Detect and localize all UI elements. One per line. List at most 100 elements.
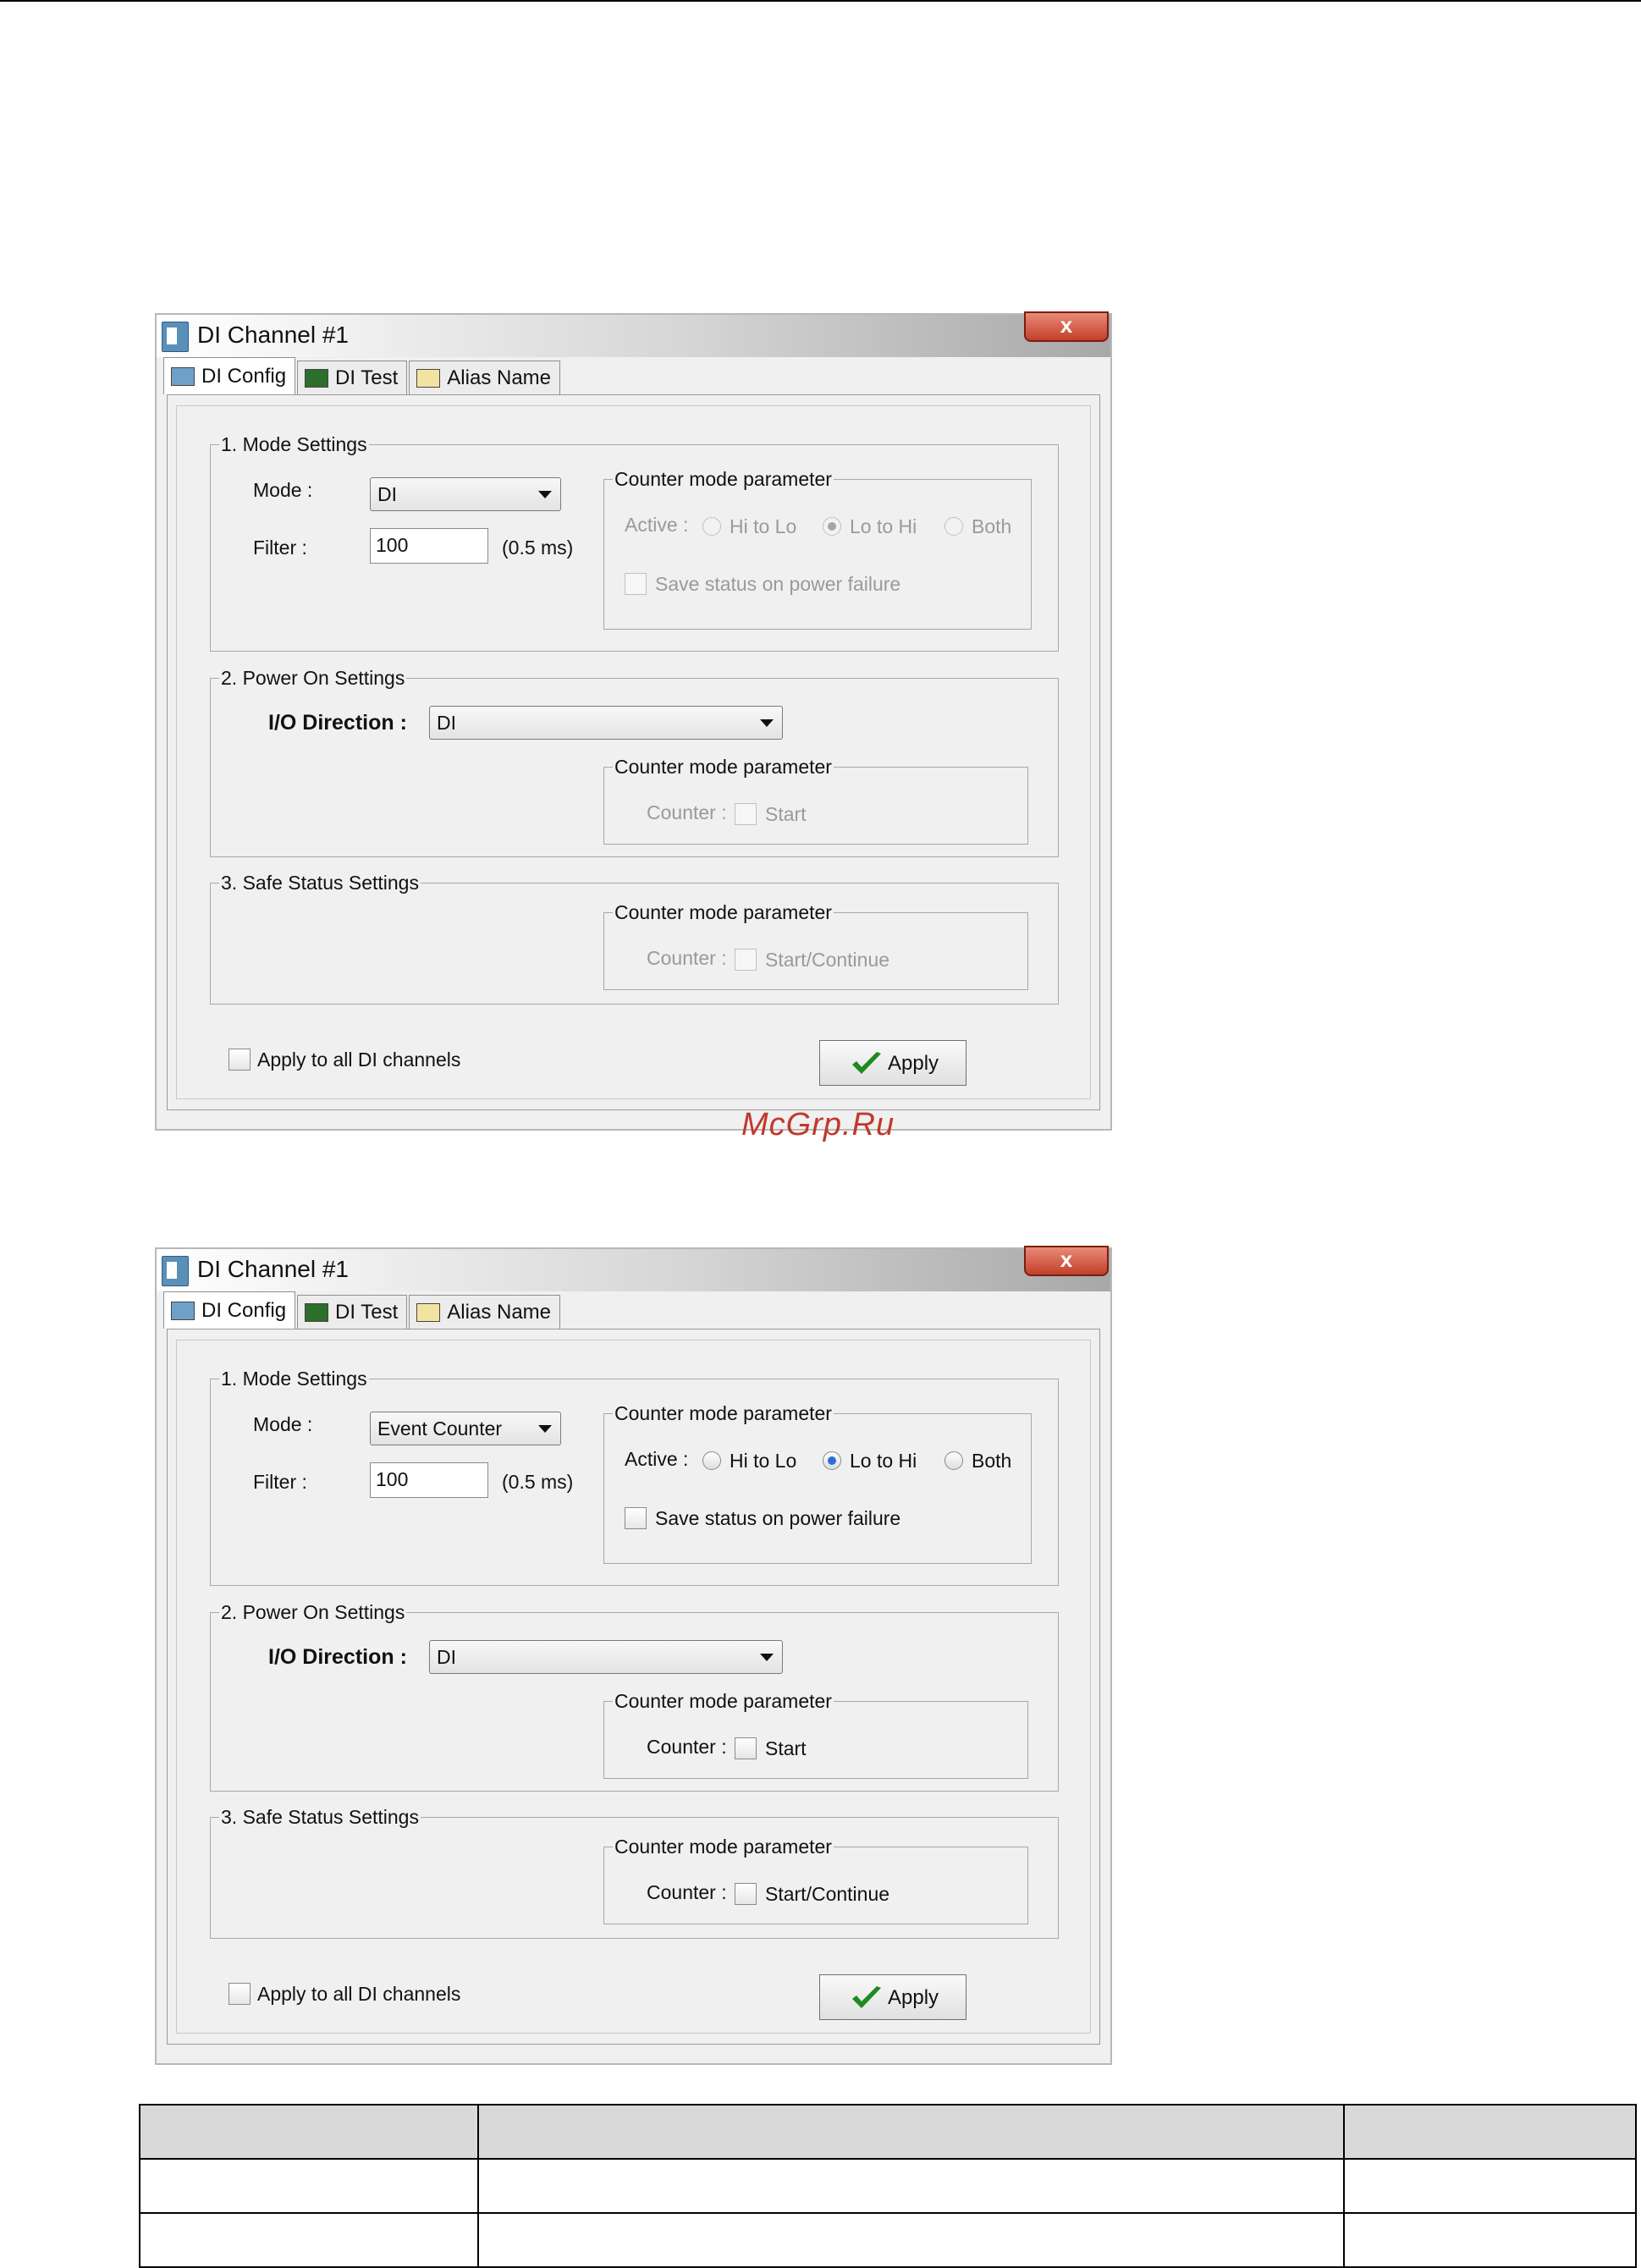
table-header-row: [138, 2104, 1638, 2160]
counter-start-label: Start: [765, 1737, 807, 1759]
mode-select[interactable]: DI: [370, 477, 561, 511]
counter-start-checkbox[interactable]: [735, 803, 757, 825]
counter-start-label: Start: [765, 803, 807, 825]
tab-label: DI Config: [201, 1298, 287, 1322]
group-legend: 1. Mode Settings: [219, 433, 369, 456]
tab-di-config[interactable]: DI Config: [163, 1291, 296, 1329]
table-cell: [477, 2104, 1345, 2160]
close-button[interactable]: x: [1024, 311, 1109, 342]
mode-label: Mode :: [253, 1413, 313, 1435]
filter-unit: (0.5 ms): [502, 1471, 574, 1493]
table-row: [138, 2212, 1638, 2268]
title-bar[interactable]: DI Channel #1 x: [157, 1246, 1110, 1291]
io-direction-value: DI: [437, 1646, 456, 1668]
group-legend: Counter mode parameter: [613, 1690, 834, 1713]
mode-settings-group: 1. Mode Settings Mode : Event Counter Fi…: [210, 1368, 1059, 1586]
io-direction-label: I/O Direction :: [268, 711, 407, 735]
counter-label: Counter :: [647, 1736, 727, 1758]
power-on-settings-group: 2. Power On Settings I/O Direction : DI …: [210, 1601, 1059, 1792]
save-status-checkbox[interactable]: [625, 573, 647, 595]
group-legend: Counter mode parameter: [613, 1402, 834, 1425]
group-legend: 2. Power On Settings: [219, 667, 407, 690]
apply-button[interactable]: Apply: [819, 1040, 966, 1086]
network-config-icon: [171, 366, 195, 386]
page-top-rule: [0, 0, 1641, 2]
radio-hi-to-lo[interactable]: [702, 1451, 721, 1470]
tab-di-test[interactable]: DI Test: [297, 1295, 408, 1329]
table-cell: [1342, 2212, 1638, 2268]
radio-both[interactable]: [944, 517, 963, 536]
start-continue-checkbox[interactable]: [735, 1883, 757, 1905]
radio-hi-to-lo-label: Hi to Lo: [730, 1450, 797, 1472]
apply-button-label: Apply: [888, 1986, 939, 2009]
counter-label: Counter :: [647, 947, 727, 969]
io-direction-value: DI: [437, 712, 456, 734]
di-channel-dialog-2: DI Channel #1 x DI Config DI Test Alias …: [155, 1246, 1112, 2065]
io-direction-select[interactable]: DI: [429, 1640, 783, 1674]
window-title: DI Channel #1: [197, 1256, 350, 1282]
tab-strip: DI Config DI Test Alias Name: [163, 357, 562, 396]
edit-note-icon: [416, 368, 441, 388]
save-status-label: Save status on power failure: [655, 1507, 901, 1529]
edit-note-icon: [416, 1302, 441, 1322]
apply-button[interactable]: Apply: [819, 1974, 966, 2020]
safe-counter-group: Counter mode parameter Counter : Start/C…: [603, 1836, 1028, 1924]
group-legend: 3. Safe Status Settings: [219, 872, 421, 895]
checkmark-icon: [852, 1986, 881, 2008]
tab-label: DI Test: [335, 366, 399, 389]
start-continue-label: Start/Continue: [765, 1883, 890, 1905]
di-channel-dialog-1: DI Channel #1 x DI Config DI Test Alias …: [155, 311, 1112, 1131]
table-row: [138, 2158, 1638, 2214]
table-cell: [138, 2212, 480, 2268]
oscilloscope-icon: [305, 1302, 329, 1322]
table-cell: [477, 2212, 1345, 2268]
tab-label: Alias Name: [447, 366, 552, 389]
power-counter-group: Counter mode parameter Counter : Start: [603, 756, 1028, 845]
tab-di-test[interactable]: DI Test: [297, 361, 408, 394]
active-label: Active :: [625, 1448, 689, 1470]
group-legend: Counter mode parameter: [613, 901, 834, 924]
counter-mode-group: Counter mode parameter Active : Hi to Lo…: [603, 468, 1032, 630]
tab-alias-name[interactable]: Alias Name: [409, 361, 561, 394]
window-title: DI Channel #1: [197, 322, 350, 348]
save-status-label: Save status on power failure: [655, 573, 901, 595]
mode-select[interactable]: Event Counter: [370, 1412, 561, 1445]
tab-alias-name[interactable]: Alias Name: [409, 1295, 561, 1329]
app-icon: [162, 1256, 189, 1286]
title-bar[interactable]: DI Channel #1 x: [157, 311, 1110, 357]
tab-strip: DI Config DI Test Alias Name: [163, 1291, 562, 1330]
table-cell: [138, 2104, 480, 2160]
power-counter-group: Counter mode parameter Counter : Start: [603, 1690, 1028, 1779]
radio-hi-to-lo[interactable]: [702, 517, 721, 536]
apply-all-checkbox[interactable]: [229, 1983, 251, 2005]
radio-lo-to-hi-label: Lo to Hi: [850, 515, 917, 537]
safe-status-settings-group: 3. Safe Status Settings Counter mode par…: [210, 1806, 1059, 1939]
group-legend: Counter mode parameter: [613, 468, 834, 491]
save-status-checkbox[interactable]: [625, 1507, 647, 1529]
apply-all-checkbox[interactable]: [229, 1049, 251, 1071]
filter-input[interactable]: 100: [370, 528, 488, 564]
radio-both[interactable]: [944, 1451, 963, 1470]
group-legend: Counter mode parameter: [613, 756, 834, 779]
tab-label: DI Config: [201, 364, 287, 388]
close-button[interactable]: x: [1024, 1246, 1109, 1276]
tab-panel: 1. Mode Settings Mode : Event Counter Fi…: [167, 1329, 1100, 2045]
chevron-down-icon: [760, 719, 774, 727]
io-direction-select[interactable]: DI: [429, 706, 783, 740]
tab-panel: 1. Mode Settings Mode : DI Filter : 100 …: [167, 394, 1100, 1110]
table-cell: [1342, 2158, 1638, 2214]
radio-lo-to-hi[interactable]: [823, 517, 841, 536]
radio-both-label: Both: [972, 515, 1012, 537]
counter-start-checkbox[interactable]: [735, 1737, 757, 1759]
radio-lo-to-hi[interactable]: [823, 1451, 841, 1470]
safe-counter-group: Counter mode parameter Counter : Start/C…: [603, 901, 1028, 990]
mode-settings-group: 1. Mode Settings Mode : DI Filter : 100 …: [210, 433, 1059, 652]
table-cell: [1342, 2104, 1638, 2160]
chevron-down-icon: [760, 1654, 774, 1661]
tab-di-config[interactable]: DI Config: [163, 357, 296, 394]
start-continue-checkbox[interactable]: [735, 949, 757, 971]
filter-input[interactable]: 100: [370, 1462, 488, 1498]
filter-label: Filter :: [253, 537, 307, 559]
group-legend: 3. Safe Status Settings: [219, 1806, 421, 1829]
mode-select-value: DI: [377, 483, 397, 505]
